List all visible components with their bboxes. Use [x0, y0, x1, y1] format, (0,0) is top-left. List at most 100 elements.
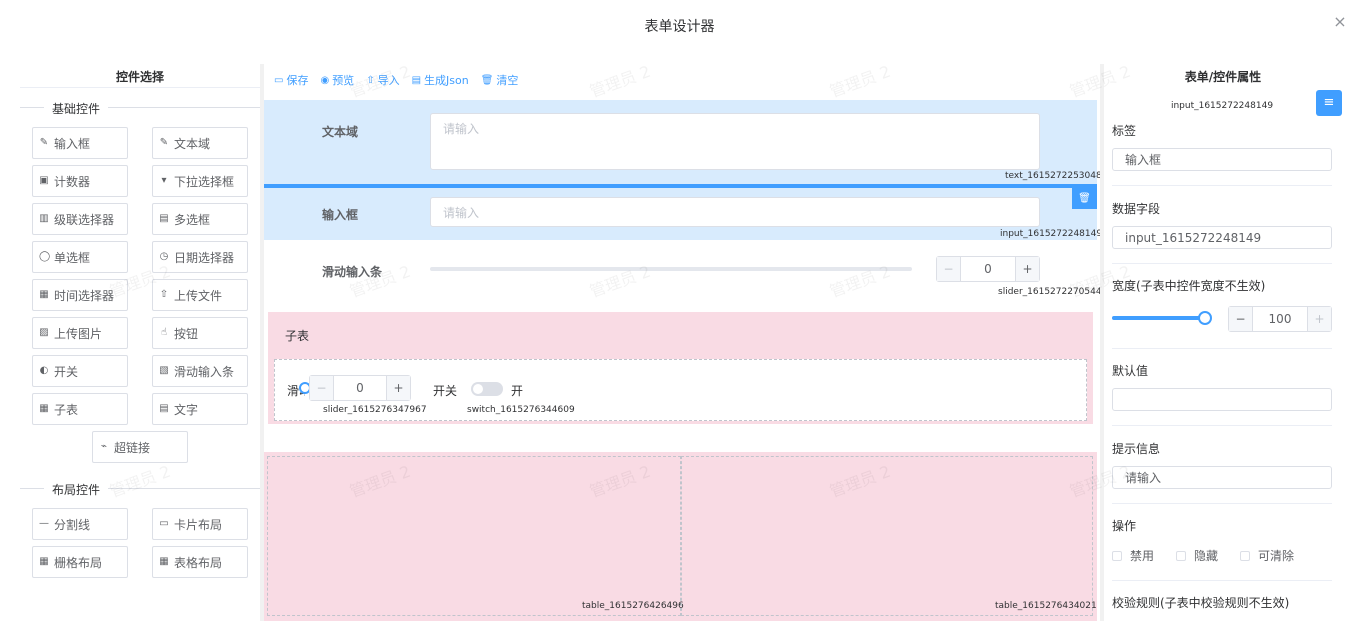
- data-field-title: 数据字段: [1112, 202, 1161, 216]
- decrease-button[interactable]: −: [937, 257, 961, 281]
- subtable-slider-value: 0: [356, 381, 364, 395]
- width-value: 100: [1268, 312, 1292, 326]
- label-title: 标签: [1112, 124, 1137, 138]
- toggle-icon: ◐: [39, 365, 49, 376]
- layout-table-button[interactable]: ▦ 表格布局: [152, 546, 248, 578]
- label-input[interactable]: 输入框: [1112, 148, 1332, 171]
- width-slider-thumb[interactable]: [1198, 311, 1212, 325]
- hand-icon: ☝: [160, 327, 168, 338]
- field-id: input_1615272248149: [1000, 229, 1103, 239]
- component-label: 上传图片: [54, 326, 103, 341]
- component-select-button[interactable]: ▾ 下拉选择框: [152, 165, 248, 197]
- increase-button[interactable]: +: [1307, 307, 1331, 331]
- slider-number-input[interactable]: − 0 +: [936, 256, 1040, 282]
- component-label: 多选框: [174, 212, 211, 227]
- component-label: 超链接: [114, 440, 151, 455]
- component-upload-file-button[interactable]: ⇧ 上传文件: [152, 279, 248, 311]
- slider-value: 0: [984, 262, 992, 276]
- slider-icon: ▧: [159, 365, 169, 376]
- decrease-button[interactable]: −: [310, 376, 334, 400]
- pencil-icon: ✎: [39, 137, 49, 148]
- field-id: table_1615276426496: [582, 601, 684, 611]
- upload-icon: ⇧: [159, 289, 169, 300]
- width-title: 宽度(子表中控件宽度不生效): [1112, 279, 1266, 293]
- properties-title: 表单/控件属性: [1184, 70, 1262, 84]
- divider: [1112, 425, 1332, 426]
- component-button-button[interactable]: ☝ 按钮: [152, 317, 248, 349]
- caret-down-icon: ▾: [161, 175, 167, 186]
- field-id: switch_1615276344609: [467, 405, 575, 415]
- dialog-title: 表单设计器: [644, 19, 715, 35]
- selected-field-id: input_1615272248149: [1170, 101, 1274, 111]
- layout-divider-button[interactable]: — 分割线: [32, 508, 128, 540]
- component-cascader-button[interactable]: ▥ 级联选择器: [32, 203, 128, 235]
- operations-title: 操作: [1112, 519, 1137, 533]
- textarea-row[interactable]: 文本域 请输入 text_1615272253048: [264, 100, 1102, 184]
- subtable-number-input[interactable]: − 0 +: [309, 375, 411, 401]
- menu-icon[interactable]: ≡: [1316, 90, 1342, 116]
- field-id: table_1615276434021: [995, 601, 1097, 611]
- component-slider-button[interactable]: ▧ 滑动输入条: [152, 355, 248, 387]
- eye-icon: ◉: [320, 74, 330, 86]
- delete-icon[interactable]: 🗑: [1072, 188, 1097, 209]
- layout-grid-button[interactable]: ▦ 栅格布局: [32, 546, 128, 578]
- subtable-body[interactable]: 滑动 − 0 + slider_1615276347967 开关 开 switc…: [274, 359, 1087, 421]
- increase-button[interactable]: +: [386, 376, 410, 400]
- radio-icon: ◯: [39, 251, 51, 262]
- component-text-button[interactable]: ▤ 文字: [152, 393, 248, 425]
- switch-knob: [473, 384, 483, 394]
- clearable-checkbox[interactable]: 可清除: [1240, 547, 1294, 564]
- generate-json-button[interactable]: ▤ 生成Json: [412, 72, 469, 88]
- width-number-input[interactable]: − 100 +: [1228, 306, 1332, 332]
- component-counter-button[interactable]: ▣ 计数器: [32, 165, 128, 197]
- component-link-button[interactable]: ⌁ 超链接: [92, 431, 188, 463]
- divider: [1112, 263, 1332, 264]
- input-label: 输入框: [322, 208, 359, 222]
- divider: [1112, 580, 1332, 581]
- field-id: text_1615272253048: [1005, 171, 1102, 181]
- watermark-text: 管理员 2: [107, 461, 174, 502]
- component-radio-button[interactable]: ◯ 单选框: [32, 241, 128, 273]
- save-button[interactable]: ▭ 保存: [274, 72, 308, 88]
- component-label: 上传文件: [174, 288, 223, 303]
- textarea-field[interactable]: 请输入: [430, 113, 1040, 170]
- subtable-container[interactable]: 子表 滑动 − 0 + slider_1615276347967 开关 开 sw…: [268, 312, 1093, 424]
- default-value-title: 默认值: [1112, 364, 1149, 378]
- component-input-button[interactable]: ✎ 输入框: [32, 127, 128, 159]
- divider: [1112, 348, 1332, 349]
- disable-checkbox[interactable]: 禁用: [1112, 547, 1154, 564]
- component-textarea-button[interactable]: ✎ 文本域: [152, 127, 248, 159]
- grid-icon: ▦: [39, 556, 49, 567]
- component-switch-button[interactable]: ◐ 开关: [32, 355, 128, 387]
- right-separator: [1100, 64, 1104, 621]
- component-label: 级联选择器: [54, 212, 115, 227]
- hint-input[interactable]: 请输入: [1112, 466, 1332, 489]
- save-icon: ▭: [274, 74, 284, 86]
- component-label: 表格布局: [174, 555, 223, 570]
- close-icon[interactable]: ×: [1332, 14, 1348, 30]
- component-label: 开关: [54, 364, 79, 379]
- component-checkbox-button[interactable]: ▤ 多选框: [152, 203, 248, 235]
- default-value-input[interactable]: [1112, 388, 1332, 411]
- component-label: 单选框: [54, 250, 91, 265]
- input-field[interactable]: 请输入: [430, 197, 1040, 227]
- input-row[interactable]: 输入框 请输入 🗑 input_1615272248149: [264, 188, 1102, 240]
- decrease-button[interactable]: −: [1229, 307, 1253, 331]
- component-label: 下拉选择框: [174, 174, 235, 189]
- switch-toggle[interactable]: [471, 382, 503, 396]
- component-upload-image-button[interactable]: ▨ 上传图片: [32, 317, 128, 349]
- hide-checkbox[interactable]: 隐藏: [1176, 547, 1218, 564]
- table-icon: ▦: [159, 556, 169, 567]
- layout-card-button[interactable]: ▭ 卡片布局: [152, 508, 248, 540]
- component-label: 计数器: [54, 174, 91, 189]
- component-label: 时间选择器: [54, 288, 115, 303]
- data-field-input[interactable]: input_1615272248149: [1112, 226, 1332, 249]
- component-subtable-button[interactable]: ▦ 子表: [32, 393, 128, 425]
- cascader-icon: ▥: [39, 213, 49, 224]
- component-label: 分割线: [54, 517, 91, 532]
- increase-button[interactable]: +: [1015, 257, 1039, 281]
- hint-title: 提示信息: [1112, 442, 1161, 456]
- slider-track[interactable]: [430, 267, 912, 271]
- width-slider-track[interactable]: [1112, 316, 1205, 320]
- clear-button[interactable]: 🗑 清空: [481, 72, 519, 88]
